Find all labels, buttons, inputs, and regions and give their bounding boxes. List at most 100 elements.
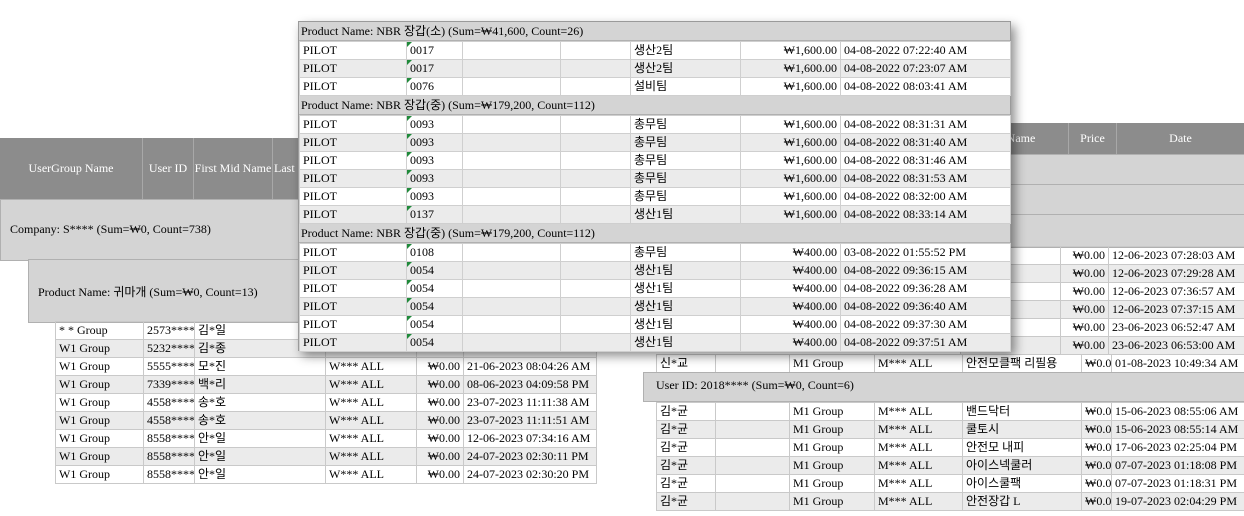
table-cell[interactable]: 7339**** <box>143 375 195 394</box>
table-cell[interactable]: ₩1,600.00 <box>740 59 841 78</box>
table-cell[interactable]: 김*균 <box>656 402 716 421</box>
table-cell[interactable]: ₩400.00 <box>740 333 841 352</box>
column-header-firstname[interactable]: First Mid Name <box>194 138 273 199</box>
table-cell[interactable]: 생산1팀 <box>630 279 741 298</box>
table-cell[interactable]: W1 Group <box>55 465 144 484</box>
table-cell[interactable]: 4558**** <box>143 393 195 412</box>
table-cell[interactable]: 5232**** <box>143 339 195 358</box>
table-cell[interactable]: ₩1,600.00 <box>740 205 841 224</box>
table-cell[interactable]: 아이스넥쿨러 <box>962 456 1082 475</box>
table-cell[interactable] <box>462 315 561 334</box>
table-cell[interactable]: 총무팀 <box>630 243 741 262</box>
popup-row[interactable]: PILOT 0054 생산1팀 ₩400.00 04-08-2022 09:36:15 … <box>299 261 1011 280</box>
table-cell[interactable]: 총무팀 <box>630 169 741 188</box>
table-cell[interactable]: 04-08-2022 08:31:40 AM <box>840 133 1011 152</box>
table-cell[interactable]: ₩0.00 <box>1081 492 1112 511</box>
table-cell[interactable]: 04-08-2022 09:37:51 AM <box>840 333 1011 352</box>
popup-row[interactable]: PILOT 0093 총무팀 ₩1,600.00 04-08-2022 08:31:31… <box>299 115 1011 134</box>
table-cell[interactable]: ₩1,600.00 <box>740 187 841 206</box>
table-cell[interactable] <box>462 261 561 280</box>
table-cell[interactable]: W*** ALL <box>325 429 417 448</box>
table-cell[interactable]: W1 Group <box>55 393 144 412</box>
table-cell[interactable]: 총무팀 <box>630 133 741 152</box>
table-cell[interactable]: 04-08-2022 08:31:31 AM <box>840 115 1011 134</box>
table-cell[interactable]: ₩0.00 <box>1060 336 1109 355</box>
table-cell[interactable]: 쿨토시 <box>962 420 1082 439</box>
table-cell[interactable]: ₩0.00 <box>1081 456 1112 475</box>
popup-row[interactable]: PILOT 0108 총무팀 ₩400.00 03-08-2022 01:55:52 P… <box>299 243 1011 262</box>
table-cell[interactable]: M1 Group <box>789 474 875 493</box>
table-cell[interactable]: 24-07-2023 02:30:11 PM <box>463 447 597 466</box>
table-cell[interactable] <box>462 279 561 298</box>
popup-group-header[interactable]: Product Name: NBR 장갑(소) (Sum=₩41,600, Co… <box>299 22 1010 41</box>
table-cell[interactable]: 설비팀 <box>630 77 741 96</box>
table-cell[interactable]: ₩1,600.00 <box>740 169 841 188</box>
table-cell[interactable]: 김*균 <box>656 438 716 457</box>
table-cell[interactable] <box>560 59 631 78</box>
table-cell[interactable]: PILOT <box>299 151 407 170</box>
table-cell[interactable]: * * Group <box>55 321 144 340</box>
table-cell[interactable]: M1 Group <box>789 402 875 421</box>
table-cell[interactable]: 0093 <box>406 187 463 206</box>
table-cell[interactable]: ₩1,600.00 <box>740 133 841 152</box>
table-cell[interactable]: PILOT <box>299 297 407 316</box>
table-cell[interactable] <box>462 169 561 188</box>
table-cell[interactable]: PILOT <box>299 133 407 152</box>
table-cell[interactable] <box>560 315 631 334</box>
table-cell[interactable] <box>560 243 631 262</box>
table-cell[interactable]: M1 Group <box>789 456 875 475</box>
table-cell[interactable]: 19-07-2023 02:04:29 PM <box>1111 492 1244 511</box>
table-cell[interactable] <box>715 402 790 421</box>
column-header-userid[interactable]: User ID <box>143 138 194 199</box>
table-cell[interactable]: ₩0.00 <box>416 429 464 448</box>
table-cell[interactable]: 04-08-2022 08:32:00 AM <box>840 187 1011 206</box>
table-cell[interactable]: W*** ALL <box>325 393 417 412</box>
table-cell[interactable]: ₩0.00 <box>1081 474 1112 493</box>
table-cell[interactable]: W*** ALL <box>325 447 417 466</box>
popup-group-header[interactable]: Product Name: NBR 장갑(중) (Sum=₩179,200, C… <box>299 96 1010 115</box>
userid-group-row[interactable]: User ID: 2018**** (Sum=₩0, Count=6) <box>643 372 1244 402</box>
table-cell[interactable]: ₩0.00 <box>1081 354 1112 373</box>
table-cell[interactable]: 12-06-2023 07:36:57 AM <box>1108 282 1244 301</box>
table-cell[interactable]: 24-07-2023 02:30:20 PM <box>463 465 597 484</box>
table-cell[interactable]: 0054 <box>406 279 463 298</box>
table-cell[interactable]: M*** ALL <box>874 420 963 439</box>
table-cell[interactable] <box>560 41 631 60</box>
table-cell[interactable]: W*** ALL <box>325 375 417 394</box>
table-cell[interactable]: 0093 <box>406 151 463 170</box>
column-header-date[interactable]: Date <box>1117 123 1244 154</box>
popup-row[interactable]: PILOT 0093 총무팀 ₩1,600.00 04-08-2022 08:32:00… <box>299 187 1011 206</box>
table-cell[interactable]: 04-08-2022 09:37:30 AM <box>840 315 1011 334</box>
table-cell[interactable]: ₩0.00 <box>416 357 464 376</box>
table-cell[interactable]: 12-06-2023 07:37:15 AM <box>1108 300 1244 319</box>
table-cell[interactable]: 0054 <box>406 333 463 352</box>
table-cell[interactable]: PILOT <box>299 205 407 224</box>
table-cell[interactable]: PILOT <box>299 187 407 206</box>
table-cell[interactable] <box>560 297 631 316</box>
table-cell[interactable]: PILOT <box>299 315 407 334</box>
table-cell[interactable]: 송*호 <box>194 411 326 430</box>
table-cell[interactable] <box>462 151 561 170</box>
table-cell[interactable]: W1 Group <box>55 339 144 358</box>
table-row[interactable]: 김*균 M1 GroupM*** ALL밴드닥터₩0.0015-06-2023 0… <box>656 402 1244 421</box>
table-cell[interactable]: 생산1팀 <box>630 261 741 280</box>
table-row[interactable]: W1 Group 4558**** 송*호 W*** ALL ₩0.00 23-07-20… <box>55 393 597 412</box>
table-cell[interactable]: ₩400.00 <box>740 297 841 316</box>
table-cell[interactable]: 백*리 <box>194 375 326 394</box>
table-cell[interactable]: W1 Group <box>55 447 144 466</box>
table-cell[interactable]: 23-06-2023 06:52:47 AM <box>1108 318 1244 337</box>
table-cell[interactable]: 08-06-2023 04:09:58 PM <box>463 375 597 394</box>
table-cell[interactable]: 신*교 <box>656 354 716 373</box>
table-cell[interactable]: 총무팀 <box>630 115 741 134</box>
table-cell[interactable]: ₩400.00 <box>740 261 841 280</box>
table-row[interactable]: 김*균 M1 GroupM*** ALL쿨토시₩0.0015-06-2023 08… <box>656 420 1244 439</box>
table-cell[interactable]: 4558**** <box>143 411 195 430</box>
table-cell[interactable]: 04-08-2022 07:23:07 AM <box>840 59 1011 78</box>
table-cell[interactable]: 04-08-2022 07:22:40 AM <box>840 41 1011 60</box>
table-cell[interactable]: 0093 <box>406 115 463 134</box>
table-cell[interactable] <box>560 279 631 298</box>
table-cell[interactable]: 23-07-2023 11:11:51 AM <box>463 411 597 430</box>
table-cell[interactable]: 생산1팀 <box>630 297 741 316</box>
table-cell[interactable] <box>560 169 631 188</box>
table-cell[interactable] <box>462 115 561 134</box>
